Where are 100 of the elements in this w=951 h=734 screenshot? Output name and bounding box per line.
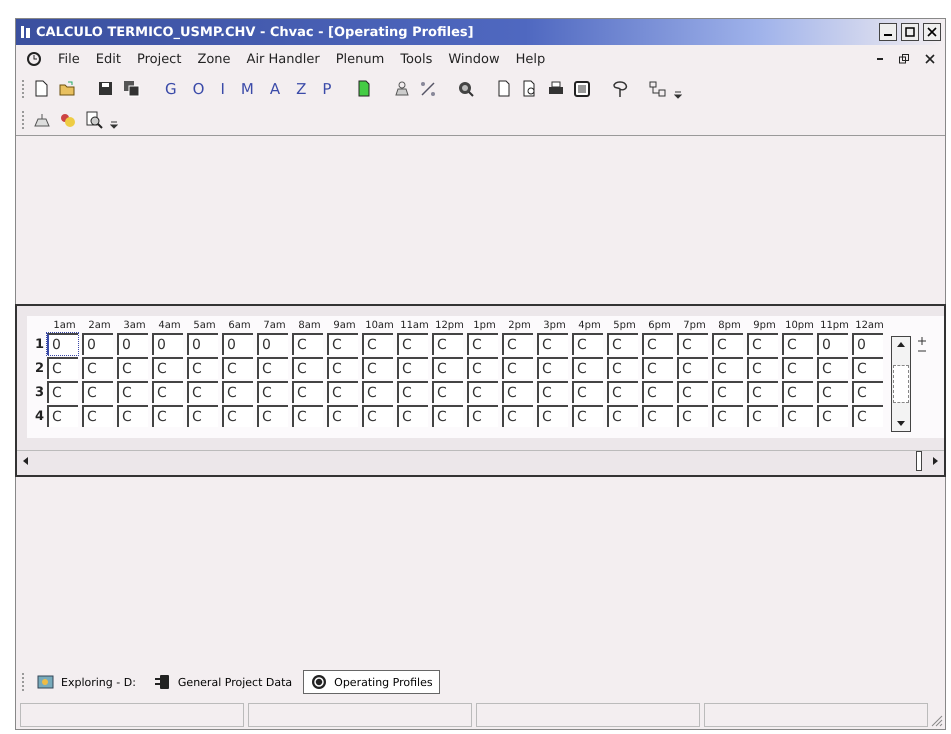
cell-input[interactable]: C [397,381,428,403]
cell-input[interactable]: C [677,333,708,355]
cell-input[interactable]: C [82,405,113,427]
cell-input[interactable]: C [537,405,568,427]
toolbar-button[interactable]: P [317,80,336,98]
cell-input[interactable]: C [747,333,778,355]
cell-input[interactable]: C [257,405,288,427]
cell-input[interactable]: C [642,357,673,379]
toolbar-button[interactable]: G [160,80,182,98]
cell-input[interactable]: C [327,381,358,403]
cell-input[interactable]: C [222,405,253,427]
cell-input[interactable]: C [747,405,778,427]
cell-input[interactable]: C [47,357,78,379]
cell-input[interactable]: C [327,405,358,427]
cell-input[interactable]: C [677,405,708,427]
cell-input[interactable]: C [257,381,288,403]
menu-item[interactable]: Window [448,52,500,66]
cell-input[interactable]: C [362,357,393,379]
menu-item[interactable]: Zone [197,52,231,66]
cell-input[interactable]: C [817,405,848,427]
cell-input[interactable]: C [47,405,78,427]
toolbar-button[interactable]: I [215,80,230,98]
cell-input[interactable]: C [467,333,498,355]
cell-input[interactable]: 0 [152,333,183,355]
cell-input[interactable]: C [712,405,743,427]
cell-input[interactable]: C [327,357,358,379]
cell-input[interactable]: C [782,381,813,403]
cell-input[interactable]: C [607,405,638,427]
cell-input[interactable]: C [47,381,78,403]
cell-input[interactable]: C [502,381,533,403]
cell-input[interactable]: C [782,405,813,427]
cell-input[interactable]: C [152,357,183,379]
cell-input[interactable]: C [432,381,463,403]
cell-input[interactable]: C [397,405,428,427]
menu-item[interactable]: Project [136,52,182,66]
cell-input[interactable]: C [362,381,393,403]
cell-input[interactable]: 0 [257,333,288,355]
cell-input[interactable]: C [152,381,183,403]
cell-input[interactable]: 0 [47,333,78,355]
menu-item[interactable]: Air Handler [246,52,320,66]
cell-input[interactable]: C [712,333,743,355]
tab[interactable]: General Project Data [146,670,300,694]
cell-input[interactable]: C [817,357,848,379]
cell-input[interactable]: C [292,333,323,355]
cell-input[interactable]: 0 [82,333,113,355]
cell-input[interactable]: C [782,357,813,379]
toolbar-button[interactable]: Z [291,80,312,98]
cell-input[interactable]: C [292,381,323,403]
cell-input[interactable]: C [187,357,218,379]
cell-input[interactable]: 0 [852,333,883,355]
cell-input[interactable]: C [747,381,778,403]
cell-input[interactable]: C [712,357,743,379]
cell-input[interactable]: C [82,381,113,403]
cell-input[interactable]: C [362,405,393,427]
cell-input[interactable]: C [747,357,778,379]
cell-input[interactable]: C [572,357,603,379]
cell-input[interactable]: C [677,381,708,403]
menu-item[interactable]: Tools [400,52,432,66]
toolbar-button[interactable]: A [264,80,286,98]
cell-input[interactable]: C [467,357,498,379]
menu-item[interactable]: Plenum [336,52,384,66]
cell-input[interactable]: C [712,381,743,403]
cell-input[interactable]: 0 [187,333,218,355]
cell-input[interactable]: C [677,357,708,379]
cell-input[interactable]: C [222,381,253,403]
cell-input[interactable]: C [782,333,813,355]
toolbar-button[interactable]: M [236,80,259,98]
cell-input[interactable]: C [397,357,428,379]
cell-input[interactable]: C [362,333,393,355]
cell-input[interactable]: C [432,405,463,427]
cell-input[interactable]: C [327,333,358,355]
cell-input[interactable]: C [222,357,253,379]
cell-input[interactable]: C [852,405,883,427]
cell-input[interactable]: C [292,405,323,427]
cell-input[interactable]: 0 [117,333,148,355]
cell-input[interactable]: C [187,381,218,403]
tab[interactable]: Operating Profiles [303,670,440,694]
cell-input[interactable]: C [502,333,533,355]
cell-input[interactable]: C [502,357,533,379]
cell-input[interactable]: C [467,381,498,403]
cell-input[interactable]: C [572,405,603,427]
cell-input[interactable]: C [152,405,183,427]
menu-item[interactable]: Help [516,52,546,66]
cell-input[interactable]: C [432,357,463,379]
toolbar-button[interactable]: O [188,80,210,98]
cell-input[interactable]: C [187,405,218,427]
cell-input[interactable]: C [117,405,148,427]
cell-input[interactable]: C [537,357,568,379]
cell-input[interactable]: C [852,357,883,379]
cell-input[interactable]: C [642,333,673,355]
cell-input[interactable]: C [817,381,848,403]
cell-input[interactable]: C [607,357,638,379]
cell-input[interactable]: C [572,381,603,403]
cell-input[interactable]: C [537,381,568,403]
cell-input[interactable]: C [607,333,638,355]
cell-input[interactable]: C [117,381,148,403]
menu-item[interactable]: File [58,52,80,66]
cell-input[interactable]: C [852,381,883,403]
cell-input[interactable]: C [642,381,673,403]
cell-input[interactable]: C [537,333,568,355]
